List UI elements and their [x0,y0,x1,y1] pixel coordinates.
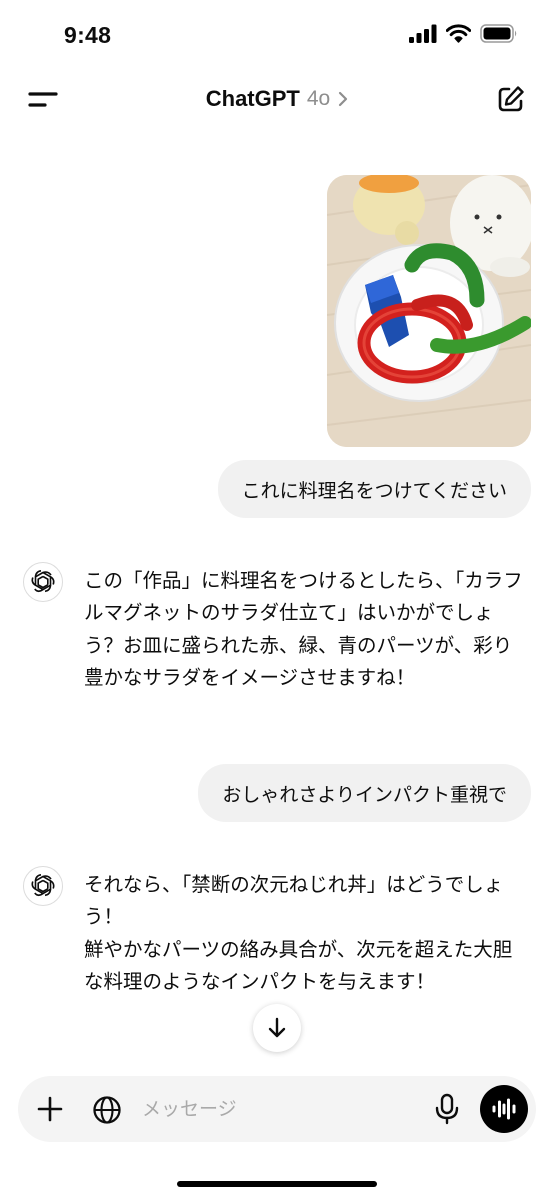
app-title: ChatGPT [205,86,300,111]
openai-logo-icon [31,874,55,897]
app-header: ChatGPT 4o [0,72,554,128]
assistant-message: この「作品」に料理名をつけるとしたら、「カラフルマグネットのサラダ仕立て」はいか… [84,565,524,695]
microphone-icon[interactable] [434,1093,460,1125]
user-image-attachment[interactable] [327,175,531,447]
wifi-icon [446,24,471,43]
model-label: 4o [306,87,331,110]
model-selector[interactable]: ChatGPT 4o [0,86,554,112]
voice-mode-button[interactable] [480,1085,528,1133]
user-message: おしゃれさよりインパクト重視で [198,764,531,822]
user-message: これに料理名をつけてください [217,460,531,518]
globe-icon[interactable] [92,1095,122,1125]
assistant-message-line: 鮮やかなパーツの絡み具合が、次元を超えた大胆な料理のようなインパクトを与えます！ [84,937,513,994]
home-indicator [177,1181,377,1187]
scroll-to-bottom-button[interactable] [253,1004,301,1052]
message-input[interactable] [142,1092,422,1126]
plus-icon[interactable] [37,1096,63,1122]
chevron-right-icon [339,91,348,107]
compose-icon[interactable] [496,84,526,114]
status-icons [409,24,518,43]
user-message-text: おしゃれさよりインパクト重視で [222,783,507,806]
assistant-message-line: それなら、「禁断の次元ねじれ丼」はどうでしょう！ [84,873,504,929]
voice-mode-icon [492,1098,516,1120]
openai-logo-icon [31,570,55,593]
arrow-down-icon [268,1017,286,1038]
message-composer [18,1076,536,1142]
photo-attachment [327,175,531,447]
battery-icon [480,24,517,43]
status-time: 9:48 [64,22,112,48]
assistant-avatar [23,866,63,906]
assistant-message: それなら、「禁断の次元ねじれ丼」はどうでしょう！ 鮮やかなパーツの絡み具合が、次… [84,869,524,999]
cellular-signal-icon [409,24,437,43]
status-bar: 9:48 [0,0,554,72]
user-message-text: これに料理名をつけてください [241,479,507,502]
assistant-message-text: この「作品」に料理名をつけるとしたら、「カラフルマグネットのサラダ仕立て」はいか… [84,569,523,690]
assistant-avatar [23,562,63,602]
